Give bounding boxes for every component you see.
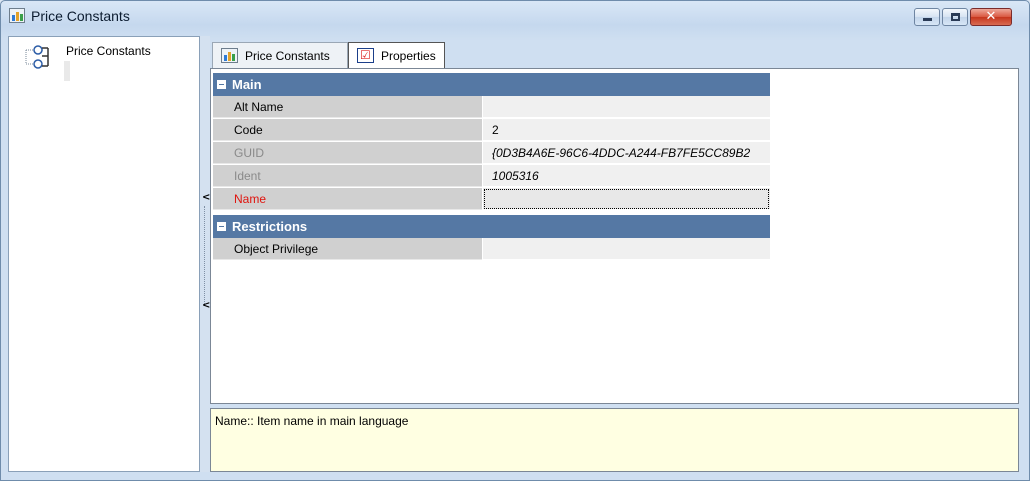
property-name: GUID <box>213 142 482 164</box>
property-row-code[interactable]: Code 2 <box>213 119 770 142</box>
property-name: Object Privilege <box>213 238 482 260</box>
tab-label: Properties <box>381 48 436 63</box>
collapse-icon[interactable] <box>217 222 226 231</box>
close-button[interactable]: ✕ <box>970 8 1012 26</box>
category-restrictions[interactable]: Restrictions <box>213 215 770 238</box>
property-value[interactable]: 2 <box>483 119 770 141</box>
main-window: Price Constants ✕ Price Constants < < Pr… <box>0 0 1030 481</box>
collapse-icon[interactable] <box>217 80 226 89</box>
tree-selection-marker <box>64 61 70 81</box>
window-controls: ✕ <box>914 8 1012 28</box>
chart-app-icon <box>9 8 25 23</box>
property-row-alt-name[interactable]: Alt Name <box>213 96 770 119</box>
property-grid: Main Alt Name Code 2 GUID {0D3B4A6E-96C6… <box>210 68 1019 404</box>
tree-item-price-constants[interactable]: Price Constants <box>66 44 151 58</box>
category-main[interactable]: Main <box>213 73 770 96</box>
name-value-field[interactable] <box>483 188 770 210</box>
property-value[interactable] <box>483 238 770 260</box>
hierarchy-icon <box>25 45 49 69</box>
category-label: Restrictions <box>232 219 308 234</box>
property-row-name[interactable]: Name <box>213 188 770 211</box>
maximize-button[interactable] <box>942 8 968 26</box>
property-row-ident[interactable]: Ident 1005316 <box>213 165 770 188</box>
category-label: Main <box>232 77 262 92</box>
minimize-icon <box>923 18 932 21</box>
panel-splitter[interactable]: < < <box>200 36 210 472</box>
properties-icon: ☑ <box>357 48 374 63</box>
property-name: Alt Name <box>213 96 482 118</box>
maximize-icon <box>951 13 960 21</box>
tree-panel: Price Constants <box>8 36 200 472</box>
title-bar[interactable]: Price Constants ✕ <box>1 1 1029 31</box>
property-value: {0D3B4A6E-96C6-4DDC-A244-FB7FE5CC89B2 <box>483 142 770 164</box>
property-row-guid[interactable]: GUID {0D3B4A6E-96C6-4DDC-A244-FB7FE5CC89… <box>213 142 770 165</box>
property-value: 1005316 <box>483 165 770 187</box>
chart-app-icon <box>221 48 238 63</box>
property-row-object-privilege[interactable]: Object Privilege <box>213 238 770 261</box>
property-value[interactable] <box>483 96 770 118</box>
splitter-grip[interactable] <box>204 206 206 306</box>
property-name: Name <box>213 188 482 210</box>
tab-properties[interactable]: ☑ Properties <box>348 42 445 68</box>
property-name: Ident <box>213 165 482 187</box>
property-name: Code <box>213 119 482 141</box>
tab-label: Price Constants <box>245 48 330 63</box>
property-description: Name:: Item name in main language <box>210 408 1019 472</box>
tab-price-constants[interactable]: Price Constants <box>212 42 348 68</box>
window-title: Price Constants <box>31 8 130 24</box>
close-icon: ✕ <box>985 9 997 24</box>
minimize-button[interactable] <box>914 8 940 26</box>
